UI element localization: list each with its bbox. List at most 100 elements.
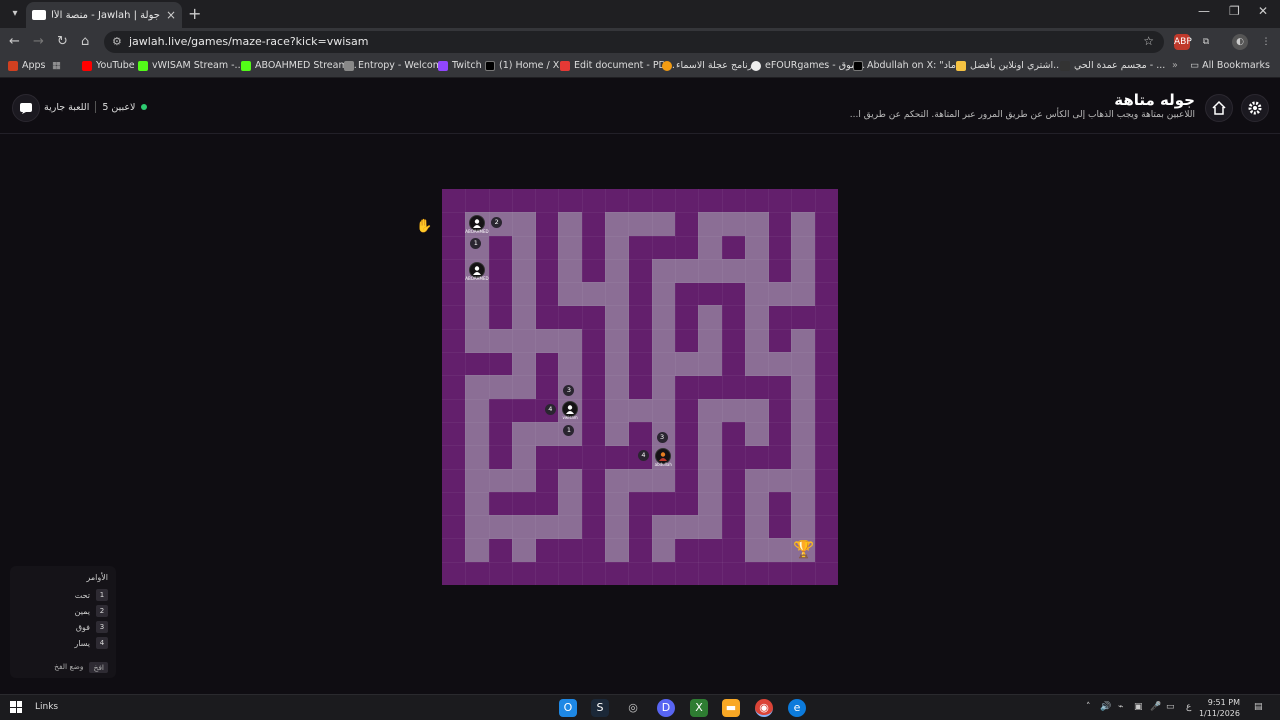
monitor-icon[interactable]: ▭ <box>1166 702 1175 712</box>
file-explorer-icon[interactable]: ▬ <box>722 699 740 717</box>
maze-path-cell <box>768 282 792 306</box>
menu-kebab-icon[interactable]: ⋮ <box>1258 34 1274 50</box>
home-icon[interactable]: ⌂ <box>81 34 89 49</box>
bookmark-abdullah-x[interactable]: Abdullah on X: "ماد... <box>853 60 965 71</box>
outlook-icon[interactable]: O <box>559 699 577 717</box>
maze-path-cell <box>488 375 513 400</box>
maze-path-cell <box>558 468 583 493</box>
bookmark-mujassam[interactable]: مجسم عمدة الحي - ... <box>1060 60 1165 71</box>
windows-start-icon[interactable] <box>10 701 22 713</box>
bookmark-edit-document[interactable]: Edit document - PD... <box>560 60 675 71</box>
bookmark-vwisam[interactable]: vWISAM Stream -... <box>138 60 244 71</box>
notifications-icon[interactable]: ▤ <box>1254 702 1263 712</box>
move-hint-badge: 3 <box>656 431 668 443</box>
grid-line <box>442 515 838 517</box>
system-clock[interactable]: 9:51 PM 1/11/2026 <box>1199 697 1240 719</box>
tab-close-icon[interactable]: × <box>166 8 176 22</box>
grid-line <box>442 398 838 400</box>
links-toolbar[interactable]: Links <box>35 702 58 712</box>
bookmark-name-wheel[interactable]: برنامج عجلة الاسماء <box>662 60 756 71</box>
maze-path-cell <box>651 468 676 493</box>
tab-groups-icon[interactable]: ▦ <box>52 60 61 71</box>
grid-line <box>721 189 723 585</box>
settings-gear-icon[interactable] <box>1241 94 1269 122</box>
grid-line <box>442 282 838 284</box>
maze-path-cell <box>651 282 676 306</box>
maze-path-cell <box>558 258 583 283</box>
new-tab-icon[interactable]: + <box>188 4 201 23</box>
maze-path-cell <box>744 538 769 563</box>
maze-path-cell <box>768 538 792 563</box>
browser-tab-active[interactable]: جولة | Jawlah - منصة الألعاب الت... × <box>26 2 182 28</box>
maze-path-cell <box>511 352 536 376</box>
edge-icon[interactable]: e <box>788 699 806 717</box>
bookmarks-overflow-icon[interactable]: » <box>1172 60 1178 71</box>
microphone-icon[interactable]: 🎤 <box>1150 702 1161 712</box>
all-bookmarks[interactable]: ▭ All Bookmarks <box>1190 60 1270 71</box>
chat-toggle-icon[interactable] <box>12 94 40 122</box>
maze-path-cell <box>744 258 769 283</box>
grid-line <box>768 189 770 585</box>
maze-path-cell <box>791 515 816 539</box>
maze-path-cell <box>465 491 490 516</box>
players-count: 5 لاعبين <box>102 101 136 113</box>
excel-icon[interactable]: X <box>690 699 708 717</box>
bookmarks-bar: Apps ▦ YouTube vWISAM Stream -... ABOAHM… <box>0 56 1280 78</box>
grid-line <box>605 189 607 585</box>
maze-path-cell <box>465 515 490 539</box>
bookmark-efourgames[interactable]: eFOURgames - موق... <box>751 60 865 71</box>
maze-path-cell <box>558 235 583 260</box>
reload-icon[interactable]: ↻ <box>57 34 68 49</box>
maze-path-cell <box>511 421 536 446</box>
display-icon[interactable]: ▣ <box>1134 702 1143 712</box>
tab-search-icon[interactable]: ▾ <box>6 5 24 23</box>
forward-icon[interactable]: → <box>33 34 44 49</box>
maze-path-cell <box>605 328 629 353</box>
profile-avatar-icon[interactable]: ◐ <box>1232 34 1248 50</box>
chrome-icon[interactable]: ◉ <box>755 699 773 717</box>
back-icon[interactable]: ← <box>9 34 20 49</box>
maze-path-cell <box>511 538 536 563</box>
clock-time: 9:51 PM <box>1207 698 1240 707</box>
tray-overflow-icon[interactable]: ˄ <box>1086 702 1091 712</box>
keyboard-language[interactable]: ع <box>1186 702 1191 712</box>
extensions-puzzle-icon[interactable]: ⧉ <box>1198 34 1214 50</box>
minimize-icon[interactable]: — <box>1198 4 1210 18</box>
bookmark-apps[interactable]: Apps <box>8 60 46 71</box>
commands-title: الأوامر <box>86 573 108 582</box>
bookmark-amazon[interactable]: اشتري اونلاين بأفضل... <box>956 60 1062 71</box>
bookmark-twitch[interactable]: Twitch <box>438 60 482 71</box>
maze-path-cell <box>605 352 629 376</box>
maze-board: 🏆 ABOAHMED 2 1 ABOAHMED vwisam 3 4 1 abdullah 3 4 <box>442 189 838 585</box>
grid-line <box>535 189 537 585</box>
tab-title: جولة | Jawlah - منصة الألعاب الت... <box>52 9 160 21</box>
close-window-icon[interactable]: ✕ <box>1258 4 1268 18</box>
steam-icon[interactable]: S <box>591 699 609 717</box>
bookmark-youtube[interactable]: YouTube <box>82 60 135 71</box>
grid-line <box>442 561 838 563</box>
address-bar[interactable]: ⚙ jawlah.live/games/maze-race?kick=vwisa… <box>104 31 1164 53</box>
bookmark-entropy[interactable]: Entropy - Welcome <box>344 60 448 71</box>
maze-path-cell <box>605 212 629 237</box>
maze-path-cell <box>698 328 723 353</box>
discord-icon[interactable]: D <box>657 699 675 717</box>
maze-path-cell <box>558 491 583 516</box>
bookmark-x-home[interactable]: (1) Home / X <box>485 60 559 71</box>
network-icon[interactable]: ⌁ <box>1118 702 1123 712</box>
bookmark-star-icon[interactable]: ☆ <box>1143 34 1154 48</box>
command-right: يمين 2 <box>75 605 108 617</box>
maze-path-cell <box>651 515 676 539</box>
site-info-icon[interactable]: ⚙ <box>112 35 122 48</box>
maze-path-cell <box>744 398 769 423</box>
home-nav-icon[interactable] <box>1205 94 1233 122</box>
maze-path-cell <box>744 212 769 237</box>
bookmark-aboahmed[interactable]: ABOAHMED Stream... <box>241 60 357 71</box>
player-name: abdullah <box>654 461 672 467</box>
adblock-extension-icon[interactable]: ABP <box>1174 34 1192 50</box>
maze-path-cell <box>465 468 490 493</box>
obs-icon[interactable]: ◎ <box>624 699 642 717</box>
maze-path-cell <box>744 421 769 446</box>
restore-icon[interactable]: ❐ <box>1229 4 1240 18</box>
volume-icon[interactable]: 🔊 <box>1100 702 1111 712</box>
maze-path-cell <box>465 445 490 470</box>
